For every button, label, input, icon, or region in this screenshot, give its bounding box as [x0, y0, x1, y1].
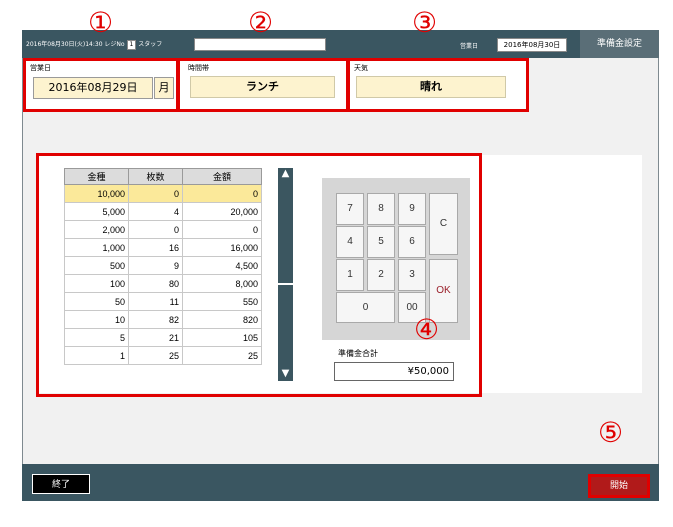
business-date-value: 2016年08月30日 [497, 38, 567, 52]
staff-field[interactable] [194, 38, 326, 51]
start-button[interactable]: 開始 [588, 474, 650, 498]
callout-number-5: ⑤ [598, 416, 624, 449]
callout-number-4: ④ [414, 313, 440, 346]
callout-box-1 [23, 58, 179, 112]
callout-box-2 [177, 58, 349, 112]
business-date-label: 営業日 [460, 43, 479, 50]
callout-number-1: ① [88, 6, 114, 39]
screen-title: 準備金設定 [580, 30, 659, 58]
register-no: 1 [126, 39, 137, 50]
datetime-text: 2016年08月30日(火)14:30 レジNo [26, 41, 125, 48]
bottom-bar [22, 464, 659, 501]
callout-box-4 [36, 153, 482, 397]
session-info: 2016年08月30日(火)14:30 レジNo 1 スタッフ [26, 39, 162, 50]
callout-number-2: ② [248, 6, 274, 39]
callout-number-3: ③ [412, 6, 438, 39]
end-button[interactable]: 終了 [32, 474, 90, 494]
callout-box-3 [347, 58, 529, 112]
top-bar: 2016年08月30日(火)14:30 レジNo 1 スタッフ 営業日 2016… [22, 30, 659, 58]
staff-label: スタッフ [138, 41, 163, 48]
